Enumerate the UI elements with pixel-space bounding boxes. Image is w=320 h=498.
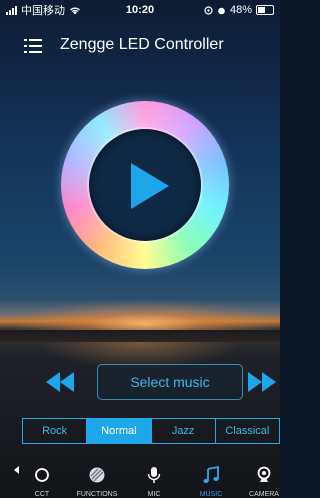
genre-jazz[interactable]: Jazz xyxy=(152,419,216,443)
status-bar: 中国移动 10:20 48% xyxy=(0,0,280,20)
fast-forward-icon[interactable] xyxy=(246,370,280,394)
menu-icon[interactable] xyxy=(24,38,42,54)
genre-normal[interactable]: Normal xyxy=(87,419,152,443)
tab-label: CAMERA xyxy=(249,491,279,498)
camera-icon xyxy=(257,466,271,482)
location-icon xyxy=(204,5,213,15)
tab-mic[interactable]: MIC xyxy=(126,462,182,498)
disc-center xyxy=(89,129,201,241)
tab-music[interactable]: MUSIC xyxy=(183,462,239,498)
app-header: Zengge LED Controller xyxy=(0,30,280,60)
tab-label: MIC xyxy=(147,491,161,498)
microphone-icon xyxy=(147,467,161,483)
select-music-button[interactable]: Select music xyxy=(97,364,243,400)
tab-label: FUNCTIONS xyxy=(76,491,118,498)
disc-icon xyxy=(61,101,229,269)
battery-icon xyxy=(256,5,274,15)
functions-icon xyxy=(89,467,105,483)
shoreline xyxy=(0,330,280,342)
tab-camera[interactable]: CAMERA xyxy=(236,462,292,498)
page-title: Zengge LED Controller xyxy=(60,36,224,53)
genre-classical[interactable]: Classical xyxy=(216,419,279,443)
rewind-icon[interactable] xyxy=(44,370,76,394)
battery-percent: 48% xyxy=(229,4,252,16)
tab-functions[interactable]: FUNCTIONS xyxy=(69,462,125,498)
tab-cct[interactable]: CCT xyxy=(14,462,70,498)
play-icon[interactable] xyxy=(127,161,171,211)
music-note-icon xyxy=(203,466,219,483)
cct-icon xyxy=(35,468,49,482)
alarm-icon xyxy=(218,7,225,14)
genre-selector: Rock Normal Jazz Classical xyxy=(22,418,280,444)
genre-rock[interactable]: Rock xyxy=(23,419,88,443)
